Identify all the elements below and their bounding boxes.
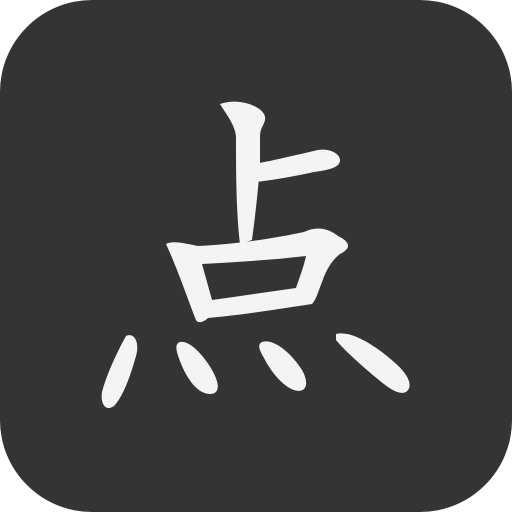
dian-character-glyph: 点: [101, 101, 410, 409]
glyph-dot-4: [336, 333, 410, 393]
glyph-dot-2: [176, 341, 218, 394]
glyph-dot-1: [101, 335, 138, 409]
glyph-stroke-horizontal: [254, 149, 340, 182]
glyph-stroke-box: [166, 228, 349, 323]
glyph-dot-3: [259, 341, 307, 391]
app-icon[interactable]: 点: [0, 0, 512, 512]
